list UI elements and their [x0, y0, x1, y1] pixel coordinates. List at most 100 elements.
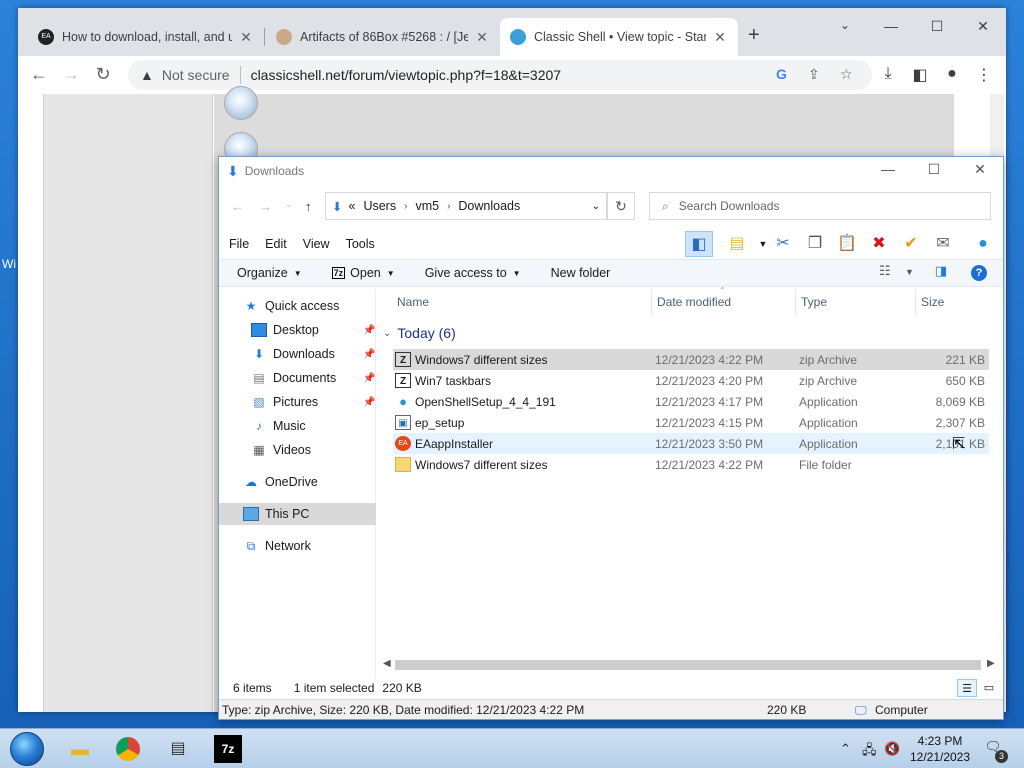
column-size[interactable]: Size: [921, 295, 944, 309]
side-panel-icon[interactable]: ◧: [908, 65, 932, 85]
column-type[interactable]: Type: [801, 295, 827, 309]
folder-options-icon[interactable]: ▤: [723, 231, 751, 257]
downloads-icon[interactable]: ⤓: [876, 65, 900, 83]
clock[interactable]: 4:23 PM 12/21/2023: [908, 733, 972, 765]
search-input[interactable]: ⌕ Search Downloads: [649, 192, 991, 220]
back-button[interactable]: ←: [28, 64, 50, 85]
table-row[interactable]: Z Windows7 different sizes 12/21/2023 4:…: [393, 349, 989, 370]
close-tab-icon[interactable]: ✕: [712, 29, 728, 46]
change-view-icon[interactable]: ☷: [879, 263, 891, 279]
refresh-button[interactable]: ↻: [607, 192, 635, 220]
breadcrumb-downloads[interactable]: Downloads: [458, 199, 520, 213]
chrome-taskbar-icon[interactable]: [116, 737, 140, 761]
help-icon[interactable]: ?: [971, 265, 987, 281]
preview-pane-icon[interactable]: ◨: [935, 263, 947, 279]
give-access-button[interactable]: Give access to ▼: [425, 266, 521, 280]
large-icons-view-icon[interactable]: ▭: [979, 679, 999, 697]
group-header-today[interactable]: ⌄ Today (6): [383, 325, 456, 341]
profile-avatar-icon[interactable]: ●: [940, 65, 964, 83]
show-hidden-icons-chevron-icon[interactable]: ⌃: [840, 741, 851, 757]
desktop-icon-label[interactable]: Wi: [2, 257, 16, 271]
breadcrumb-users[interactable]: Users: [363, 199, 396, 213]
navigation-pane-toggle-icon[interactable]: ◧: [685, 231, 713, 257]
table-row[interactable]: EA EAappInstaller 12/21/2023 3:50 PM App…: [393, 433, 989, 454]
google-lens-icon[interactable]: G: [776, 66, 787, 82]
menu-file[interactable]: File: [229, 237, 249, 251]
terminal-taskbar-icon[interactable]: ▤: [164, 735, 192, 763]
table-row[interactable]: ▣ ep_setup 12/21/2023 4:15 PM Applicatio…: [393, 412, 989, 433]
menu-view[interactable]: View: [303, 237, 330, 251]
column-divider[interactable]: [915, 289, 916, 315]
tab-ea-guide[interactable]: EA How to download, install, and up ✕: [28, 18, 264, 56]
nav-pictures[interactable]: ▧ Pictures 📌: [251, 391, 375, 413]
horizontal-scrollbar[interactable]: ◀ ▶: [381, 657, 999, 673]
new-tab-button[interactable]: +: [748, 24, 760, 47]
close-tab-icon[interactable]: ✕: [474, 29, 490, 46]
close-window-button[interactable]: ✕: [965, 161, 995, 178]
table-row[interactable]: ● OpenShellSetup_4_4_191 12/21/2023 4:17…: [393, 391, 989, 412]
reload-button[interactable]: ↻: [92, 64, 114, 85]
minimize-button[interactable]: —: [873, 161, 903, 177]
breadcrumb-overflow[interactable]: «: [348, 199, 355, 213]
email-icon[interactable]: ✉: [929, 231, 957, 257]
new-folder-button[interactable]: New folder: [551, 266, 611, 280]
seven-zip-taskbar-icon[interactable]: 7z: [214, 735, 242, 763]
breadcrumb-vm5[interactable]: vm5: [415, 199, 439, 213]
menu-tools[interactable]: Tools: [346, 237, 375, 251]
nav-quick-access[interactable]: ★ Quick access: [243, 295, 340, 317]
up-button[interactable]: ↑: [305, 199, 312, 214]
scroll-left-icon[interactable]: ◀: [383, 658, 391, 669]
chevron-down-icon[interactable]: ⌄: [383, 328, 391, 339]
chrome-menu-icon[interactable]: ⋮: [972, 65, 996, 85]
forward-button[interactable]: →: [60, 64, 82, 85]
table-row[interactable]: Windows7 different sizes 12/21/2023 4:22…: [393, 454, 989, 475]
nav-music[interactable]: ♪ Music: [251, 415, 306, 437]
back-button[interactable]: ←: [231, 199, 244, 214]
volume-muted-icon[interactable]: 🔇: [884, 741, 900, 757]
scroll-right-icon[interactable]: ▶: [987, 658, 995, 669]
minimize-button[interactable]: —: [876, 18, 906, 34]
paste-icon[interactable]: 📋: [833, 231, 861, 257]
recent-locations-chevron-icon[interactable]: ⌄: [285, 199, 293, 210]
forward-button[interactable]: →: [259, 199, 272, 214]
nav-documents[interactable]: ▤ Documents 📌: [251, 367, 375, 389]
nav-onedrive[interactable]: ☁ OneDrive: [243, 471, 318, 493]
details-view-icon[interactable]: ☰: [957, 679, 977, 697]
nav-downloads[interactable]: ⬇ Downloads 📌: [251, 343, 375, 365]
nav-videos[interactable]: ▦ Videos: [251, 439, 311, 461]
maximize-button[interactable]: ☐: [922, 18, 952, 35]
classic-shell-settings-icon[interactable]: ●: [969, 231, 997, 257]
column-name[interactable]: Name: [397, 295, 429, 309]
nav-desktop[interactable]: Desktop 📌: [251, 319, 375, 341]
chevron-right-icon[interactable]: ›: [404, 201, 407, 212]
column-divider[interactable]: [651, 289, 652, 315]
close-window-button[interactable]: ✕: [968, 18, 998, 35]
start-button[interactable]: [10, 732, 44, 766]
nav-network[interactable]: ⧉ Network: [243, 535, 311, 557]
properties-check-icon[interactable]: ✔: [897, 231, 925, 257]
file-explorer-taskbar-icon[interactable]: ▬: [66, 735, 94, 763]
tab-classic-shell[interactable]: Classic Shell • View topic - Start ✕: [500, 18, 738, 56]
bookmark-star-icon[interactable]: ☆: [840, 66, 853, 83]
copy-icon[interactable]: ❐: [801, 231, 829, 257]
nav-this-pc[interactable]: This PC: [219, 503, 376, 525]
menu-edit[interactable]: Edit: [265, 237, 287, 251]
delete-icon[interactable]: ✖: [865, 231, 893, 257]
action-center-icon[interactable]: 🗨 3: [982, 739, 1008, 763]
chevron-right-icon[interactable]: ›: [447, 201, 450, 212]
cut-icon[interactable]: ✂: [769, 231, 797, 257]
address-bar[interactable]: ⬇ « Users › vm5 › Downloads ⌄: [325, 192, 607, 220]
tab-search-chevron-icon[interactable]: ⌄: [830, 18, 860, 32]
scroll-thumb[interactable]: [395, 660, 981, 670]
chevron-down-icon[interactable]: ⌄: [592, 201, 600, 212]
close-tab-icon[interactable]: ✕: [238, 29, 254, 46]
network-tray-icon[interactable]: 🖧: [862, 741, 877, 763]
maximize-button[interactable]: ☐: [919, 161, 949, 178]
column-divider[interactable]: [795, 289, 796, 315]
open-button[interactable]: 7z Open ▼: [331, 266, 395, 280]
share-icon[interactable]: ⇪: [808, 66, 820, 83]
column-date-modified[interactable]: Date modified: [657, 295, 731, 309]
tab-86box-artifacts[interactable]: Artifacts of 86Box #5268 : / [Jenk ✕: [266, 18, 500, 56]
organize-button[interactable]: Organize ▼: [237, 266, 302, 280]
table-row[interactable]: Z Win7 taskbars 12/21/2023 4:20 PM zip A…: [393, 370, 989, 391]
